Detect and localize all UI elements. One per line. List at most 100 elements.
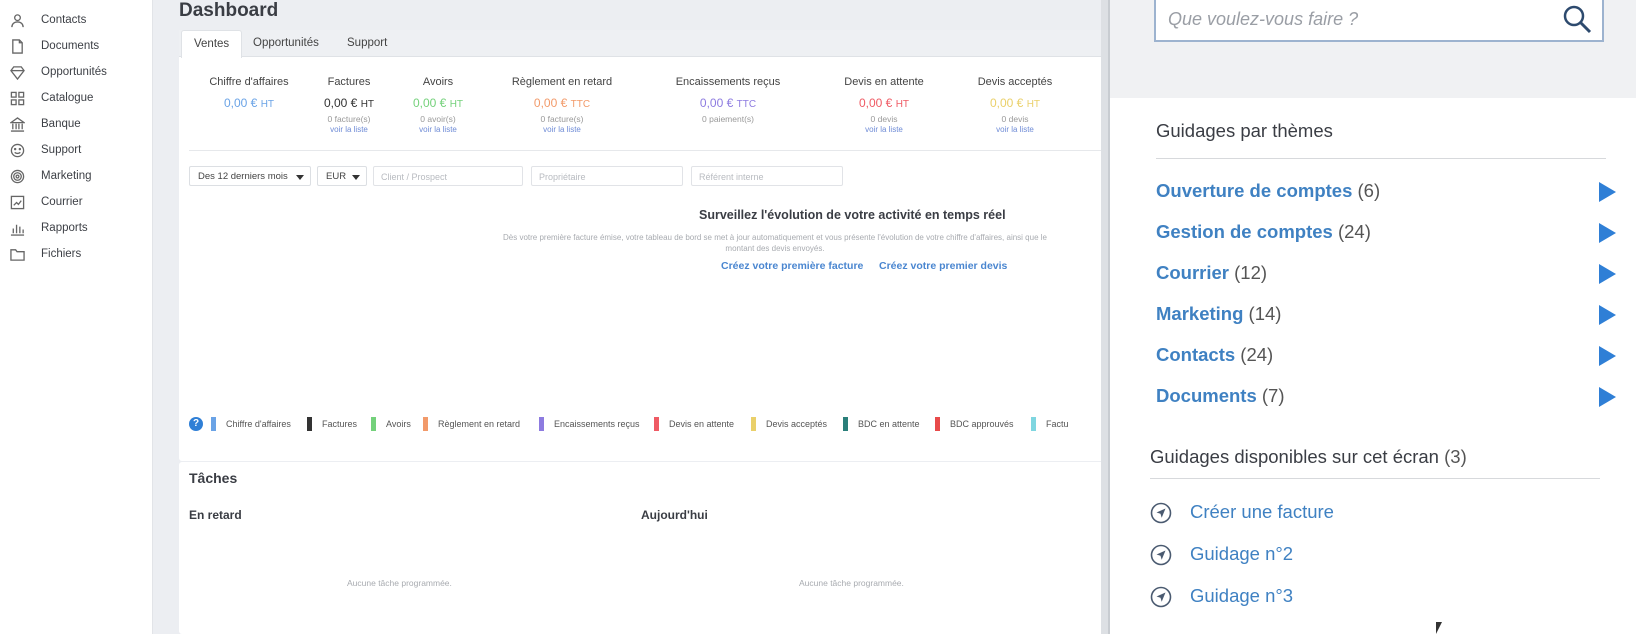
theme-label: Ouverture de comptes (6)	[1156, 180, 1380, 202]
guide-search-input[interactable]: Que voulez-vous faire ?	[1154, 0, 1604, 42]
kpi-label: Encaissements reçus	[675, 76, 781, 88]
theme-label: Marketing (14)	[1156, 303, 1281, 325]
user-icon	[8, 11, 26, 29]
kpi-link[interactable]: voir la liste	[499, 125, 625, 134]
theme-label: Contacts (24)	[1156, 344, 1273, 366]
period-select[interactable]: Des 12 derniers mois	[189, 166, 311, 186]
sidebar-item-label: Contacts	[41, 14, 87, 26]
tab-ventes[interactable]: Ventes	[181, 30, 243, 58]
diamond-icon	[8, 63, 26, 81]
kpi-encaissements: Encaissements reçus 0,00 € TTC 0 paiemen…	[663, 76, 793, 124]
sidebar-item-support[interactable]: Support	[0, 137, 152, 163]
theme-ouverture-comptes[interactable]: Ouverture de comptes (6)	[1156, 177, 1616, 205]
dashboard-card: Ventes Opportunités Support Chiffre d'af…	[179, 30, 1119, 461]
kpi-label: Règlement en retard	[511, 76, 613, 88]
legend-item: Règlement en retard	[423, 416, 520, 432]
guide-panel: Que voulez-vous faire ? Guidages par thè…	[1108, 0, 1636, 634]
empty-state-text: Dès votre première facture émise, votre …	[503, 233, 1047, 253]
legend-swatch	[423, 417, 428, 431]
kpi-value: 0,00 € HT	[965, 96, 1065, 110]
chart-legend: ? Chiffre d'affaires Factures Avoirs Règ…	[187, 416, 1119, 432]
tasks-title: Tâches	[189, 470, 238, 486]
currency-select-value: EUR	[326, 171, 347, 182]
currency-select[interactable]: EUR	[317, 166, 367, 186]
owner-input[interactable]: Propriétaire	[531, 166, 683, 186]
theme-count: (14)	[1248, 303, 1282, 324]
kpi-link[interactable]: voir la liste	[405, 125, 471, 134]
panel-shadow	[1101, 0, 1108, 634]
theme-name: Ouverture de comptes	[1156, 180, 1353, 201]
legend-swatch	[654, 417, 659, 431]
theme-count: (24)	[1240, 344, 1274, 365]
theme-contacts[interactable]: Contacts (24)	[1156, 341, 1616, 369]
tab-opportunites[interactable]: Opportunités	[241, 30, 331, 57]
sidebar-item-marketing[interactable]: Marketing	[0, 163, 152, 189]
sidebar-item-opportunites[interactable]: Opportunités	[0, 59, 152, 85]
grid-icon	[8, 89, 26, 107]
sidebar-item-label: Rapports	[41, 222, 88, 234]
legend-label: Factu	[1046, 419, 1069, 429]
kpi-amount: 0,00 €	[699, 96, 734, 110]
create-invoice-link[interactable]: Créez votre première facture	[721, 260, 863, 272]
sidebar-item-label: Catalogue	[41, 92, 94, 104]
theme-gestion-comptes[interactable]: Gestion de comptes (24)	[1156, 218, 1616, 246]
kpi-link[interactable]: voir la liste	[309, 125, 389, 134]
kpi-value: 0,00 € HT	[309, 96, 389, 110]
kpi-unit: HT	[895, 99, 910, 110]
create-quote-link[interactable]: Créez votre premier devis	[879, 260, 1007, 272]
guide-label: Guidage n°3	[1190, 585, 1294, 606]
screen-guides-count: (3)	[1444, 446, 1467, 467]
legend-label: Factures	[322, 419, 358, 429]
client-input[interactable]: Client / Prospect	[373, 166, 523, 186]
sidebar-item-fichiers[interactable]: Fichiers	[0, 241, 152, 267]
theme-label: Documents (7)	[1156, 385, 1285, 407]
legend-swatch	[307, 417, 312, 431]
kpi-unit: HT	[260, 99, 275, 110]
kpi-link[interactable]: voir la liste	[965, 125, 1065, 134]
kpi-amount: 0,00 €	[858, 96, 893, 110]
legend-label: BDC approuvés	[950, 419, 1014, 429]
legend-swatch	[843, 417, 848, 431]
theme-courrier[interactable]: Courrier (12)	[1156, 259, 1616, 287]
play-arrow-icon	[1599, 346, 1616, 366]
kpi-chiffre-affaires: Chiffre d'affaires 0,00 € HT	[201, 76, 297, 110]
sidebar-item-banque[interactable]: Banque	[0, 111, 152, 137]
kpi-unit: HT	[1026, 99, 1041, 110]
sidebar-item-rapports[interactable]: Rapports	[0, 215, 152, 241]
navigation-arrow-icon	[1150, 502, 1172, 524]
sidebar-item-label: Marketing	[41, 170, 92, 182]
kpi-devis-acceptes: Devis acceptés 0,00 € HT 0 devis voir la…	[965, 76, 1065, 134]
tab-support[interactable]: Support	[335, 30, 399, 57]
legend-label: BDC en attente	[858, 419, 920, 429]
kpi-value: 0,00 € TTC	[663, 96, 793, 110]
theme-name: Contacts	[1156, 344, 1236, 365]
kpi-label: Devis en attente	[844, 76, 924, 88]
kpi-subtext: 0 facture(s)	[540, 114, 584, 124]
help-icon[interactable]: ?	[189, 417, 203, 431]
referent-input[interactable]: Référent interne	[691, 166, 843, 186]
page-title: Dashboard	[179, 0, 279, 21]
theme-documents[interactable]: Documents (7)	[1156, 382, 1616, 410]
sidebar-item-contacts[interactable]: Contacts	[0, 7, 152, 33]
kpi-value: 0,00 € HT	[201, 96, 297, 110]
legend-swatch	[539, 417, 544, 431]
theme-name: Documents	[1156, 385, 1257, 406]
divider	[1156, 158, 1606, 159]
divider	[1150, 478, 1600, 479]
kpi-amount: 0,00 €	[533, 96, 568, 110]
chevron-down-icon	[296, 175, 304, 180]
legend-swatch	[751, 417, 756, 431]
search-icon[interactable]	[1562, 4, 1592, 34]
sidebar-item-documents[interactable]: Documents	[0, 33, 152, 59]
kpi-link[interactable]: voir la liste	[829, 125, 939, 134]
kpi-amount: 0,00 €	[412, 96, 447, 110]
kpi-amount: 0,00 €	[223, 96, 258, 110]
divider	[189, 150, 1109, 151]
theme-marketing[interactable]: Marketing (14)	[1156, 300, 1616, 328]
kpi-label: Factures	[327, 76, 371, 88]
sidebar-item-courrier[interactable]: Courrier	[0, 189, 152, 215]
play-arrow-icon	[1599, 223, 1616, 243]
kpi-value: 0,00 € TTC	[499, 96, 625, 110]
sidebar-item-catalogue[interactable]: Catalogue	[0, 85, 152, 111]
legend-label: Devis acceptés	[766, 419, 828, 429]
